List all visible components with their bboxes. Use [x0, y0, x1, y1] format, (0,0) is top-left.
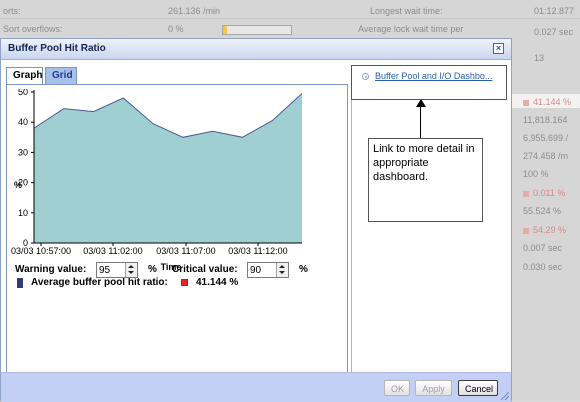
spin-up-icon[interactable]	[128, 265, 134, 268]
bg-column-value: 0.011 %	[523, 188, 565, 206]
y-tick-label: 40	[18, 117, 28, 127]
bg-column-value: 55.524 %	[523, 206, 561, 224]
alert-icon	[523, 190, 529, 197]
x-tick-label: 03/03 11:02:00	[83, 246, 142, 256]
bg-column-text: 11,818.164	[523, 115, 568, 125]
bg-column-text: 6,955.699 /	[523, 133, 569, 143]
bg-column-text: 0.011 %	[533, 188, 566, 198]
spin-up-icon[interactable]	[279, 265, 285, 268]
x-tick-label: 03/03 11:07:00	[156, 246, 215, 256]
callout-arrow-line	[420, 100, 421, 138]
bg-column-value: 41.144 %	[523, 97, 571, 115]
bg-column-value: 6,955.699 /	[523, 133, 568, 151]
legend-swatch	[17, 278, 23, 288]
bg-column-text: 55.524 %	[523, 206, 562, 216]
warning-label: Warning value:	[15, 264, 87, 275]
critical-stepper[interactable]	[247, 262, 289, 278]
bg-value: 0.027 sec	[534, 27, 574, 37]
bg-value: 13	[534, 53, 545, 63]
critical-input[interactable]	[250, 264, 276, 276]
bg-label: orts:	[3, 6, 21, 16]
alert-status-icon	[181, 279, 188, 286]
warning-input[interactable]	[99, 264, 125, 276]
resize-grip-icon[interactable]	[499, 390, 509, 400]
x-tick-label: 03/03 10:57:00	[11, 246, 71, 256]
critical-unit: %	[299, 264, 308, 275]
critical-label: Critical value:	[172, 264, 238, 275]
bg-column-value: 0.007 sec	[523, 243, 562, 261]
bg-value: 01:12.877	[534, 6, 575, 16]
dialog-title: Buffer Pool Hit Ratio	[8, 43, 106, 54]
warning-unit: %	[148, 264, 157, 275]
alert-icon	[523, 99, 529, 106]
buffer-pool-hit-ratio-dialog: Buffer Pool Hit Ratio × Graph Grid 0 10 20…	[0, 38, 512, 402]
dialog-footer: OK Apply Cancel	[1, 372, 511, 402]
legend-value: 41.144 %	[196, 277, 239, 288]
y-tick-label: 10	[18, 208, 28, 218]
bg-column-value: 11,818.164	[523, 115, 567, 133]
hit-ratio-chart: 01020304050%03/03 10:57:00 03/03 11:02:00…	[11, 89, 303, 272]
ok-button[interactable]: OK	[384, 380, 410, 396]
bg-label: Longest wait time:	[370, 6, 443, 16]
bg-value: 261.136 /min	[168, 6, 221, 16]
dialog-titlebar[interactable]: Buffer Pool Hit Ratio ×	[1, 39, 511, 60]
critical-spin-buttons[interactable]	[276, 263, 288, 277]
alert-icon	[523, 227, 529, 234]
apply-button[interactable]: Apply	[415, 380, 452, 396]
bg-column-value: 100 %	[523, 169, 549, 187]
bg-column-value: 274.458 /m	[523, 151, 568, 169]
y-tick-label: 30	[18, 147, 28, 157]
y-tick-label: 50	[18, 89, 28, 97]
close-icon[interactable]: ×	[493, 43, 504, 54]
bg-column-text: 54.29 %	[533, 225, 567, 235]
callout-arrow-icon	[416, 99, 426, 107]
bg-column-text: 274.458 /m	[523, 151, 569, 161]
tab-grid[interactable]: Grid	[45, 67, 77, 84]
area-series	[34, 93, 302, 243]
dashboard-link[interactable]: Buffer Pool and I/O Dashbo...	[375, 71, 492, 81]
dashboard-link-box: Buffer Pool and I/O Dashbo...	[351, 65, 507, 100]
warning-spin-buttons[interactable]	[125, 263, 137, 277]
warning-stepper[interactable]	[96, 262, 138, 278]
cancel-button[interactable]: Cancel	[458, 380, 498, 396]
bg-column-text: 0.030 sec	[523, 262, 563, 272]
spin-down-icon[interactable]	[279, 271, 285, 274]
bg-column-value: 0.030 sec	[523, 262, 562, 280]
bg-column-text: 0.007 sec	[523, 243, 563, 253]
bg-progress	[222, 25, 292, 35]
radio-link-icon	[362, 73, 369, 80]
tab-graph[interactable]: Graph	[6, 67, 43, 84]
bg-column-text: 100 %	[523, 169, 549, 179]
callout-note: Link to more detail in appropriate dashb…	[368, 138, 483, 222]
x-tick-label: 03/03 11:12:00	[228, 246, 287, 256]
bg-column-text: 41.144 %	[533, 97, 572, 107]
panel-divider	[351, 65, 352, 385]
bg-column-value: 54.29 %	[523, 225, 566, 243]
spin-down-icon[interactable]	[128, 271, 134, 274]
y-axis-label: %	[14, 180, 22, 190]
legend-label: Average buffer pool hit ratio:	[31, 277, 168, 288]
